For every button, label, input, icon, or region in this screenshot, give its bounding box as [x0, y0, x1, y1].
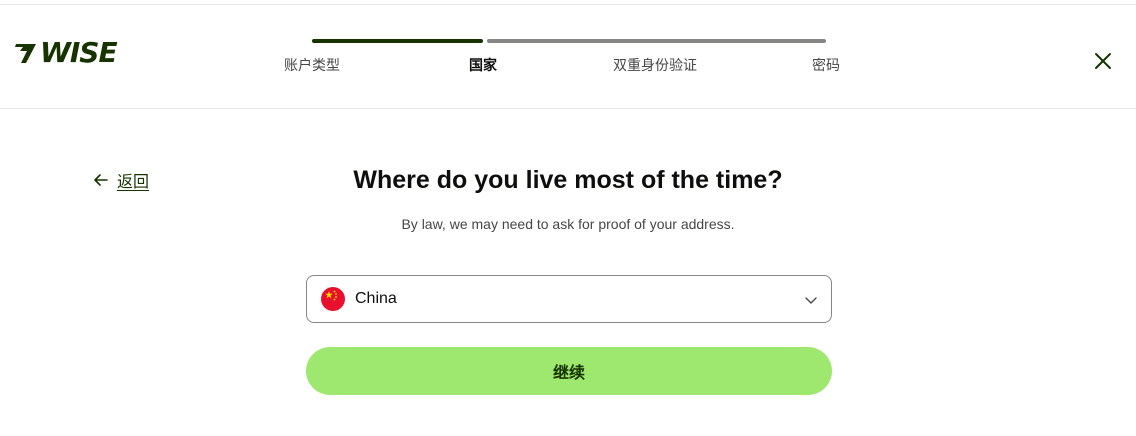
china-flag-icon — [321, 287, 345, 311]
step-label-two-factor: 双重身份验证 — [613, 57, 697, 73]
close-button[interactable] — [1091, 49, 1115, 73]
country-select[interactable]: China — [306, 275, 832, 323]
step-label-password: 密码 — [812, 57, 840, 73]
continue-button[interactable]: 继续 — [306, 347, 832, 395]
step-label-account-type: 账户类型 — [284, 57, 340, 73]
country-select-value: China — [355, 290, 397, 307]
close-icon — [1095, 53, 1111, 69]
progress-stepper: 账户类型 国家 双重身份验证 密码 — [0, 5, 1136, 109]
chevron-down-icon — [805, 297, 817, 304]
page-title: Where do you live most of the time? — [353, 166, 783, 194]
progress-bar-completed — [312, 39, 483, 43]
progress-bar-remaining — [487, 39, 826, 43]
header: WISE 账户类型 国家 双重身份验证 密码 — [0, 5, 1136, 109]
step-label-country: 国家 — [469, 57, 497, 73]
page-subtitle: By law, we may need to ask for proof of … — [401, 216, 735, 232]
